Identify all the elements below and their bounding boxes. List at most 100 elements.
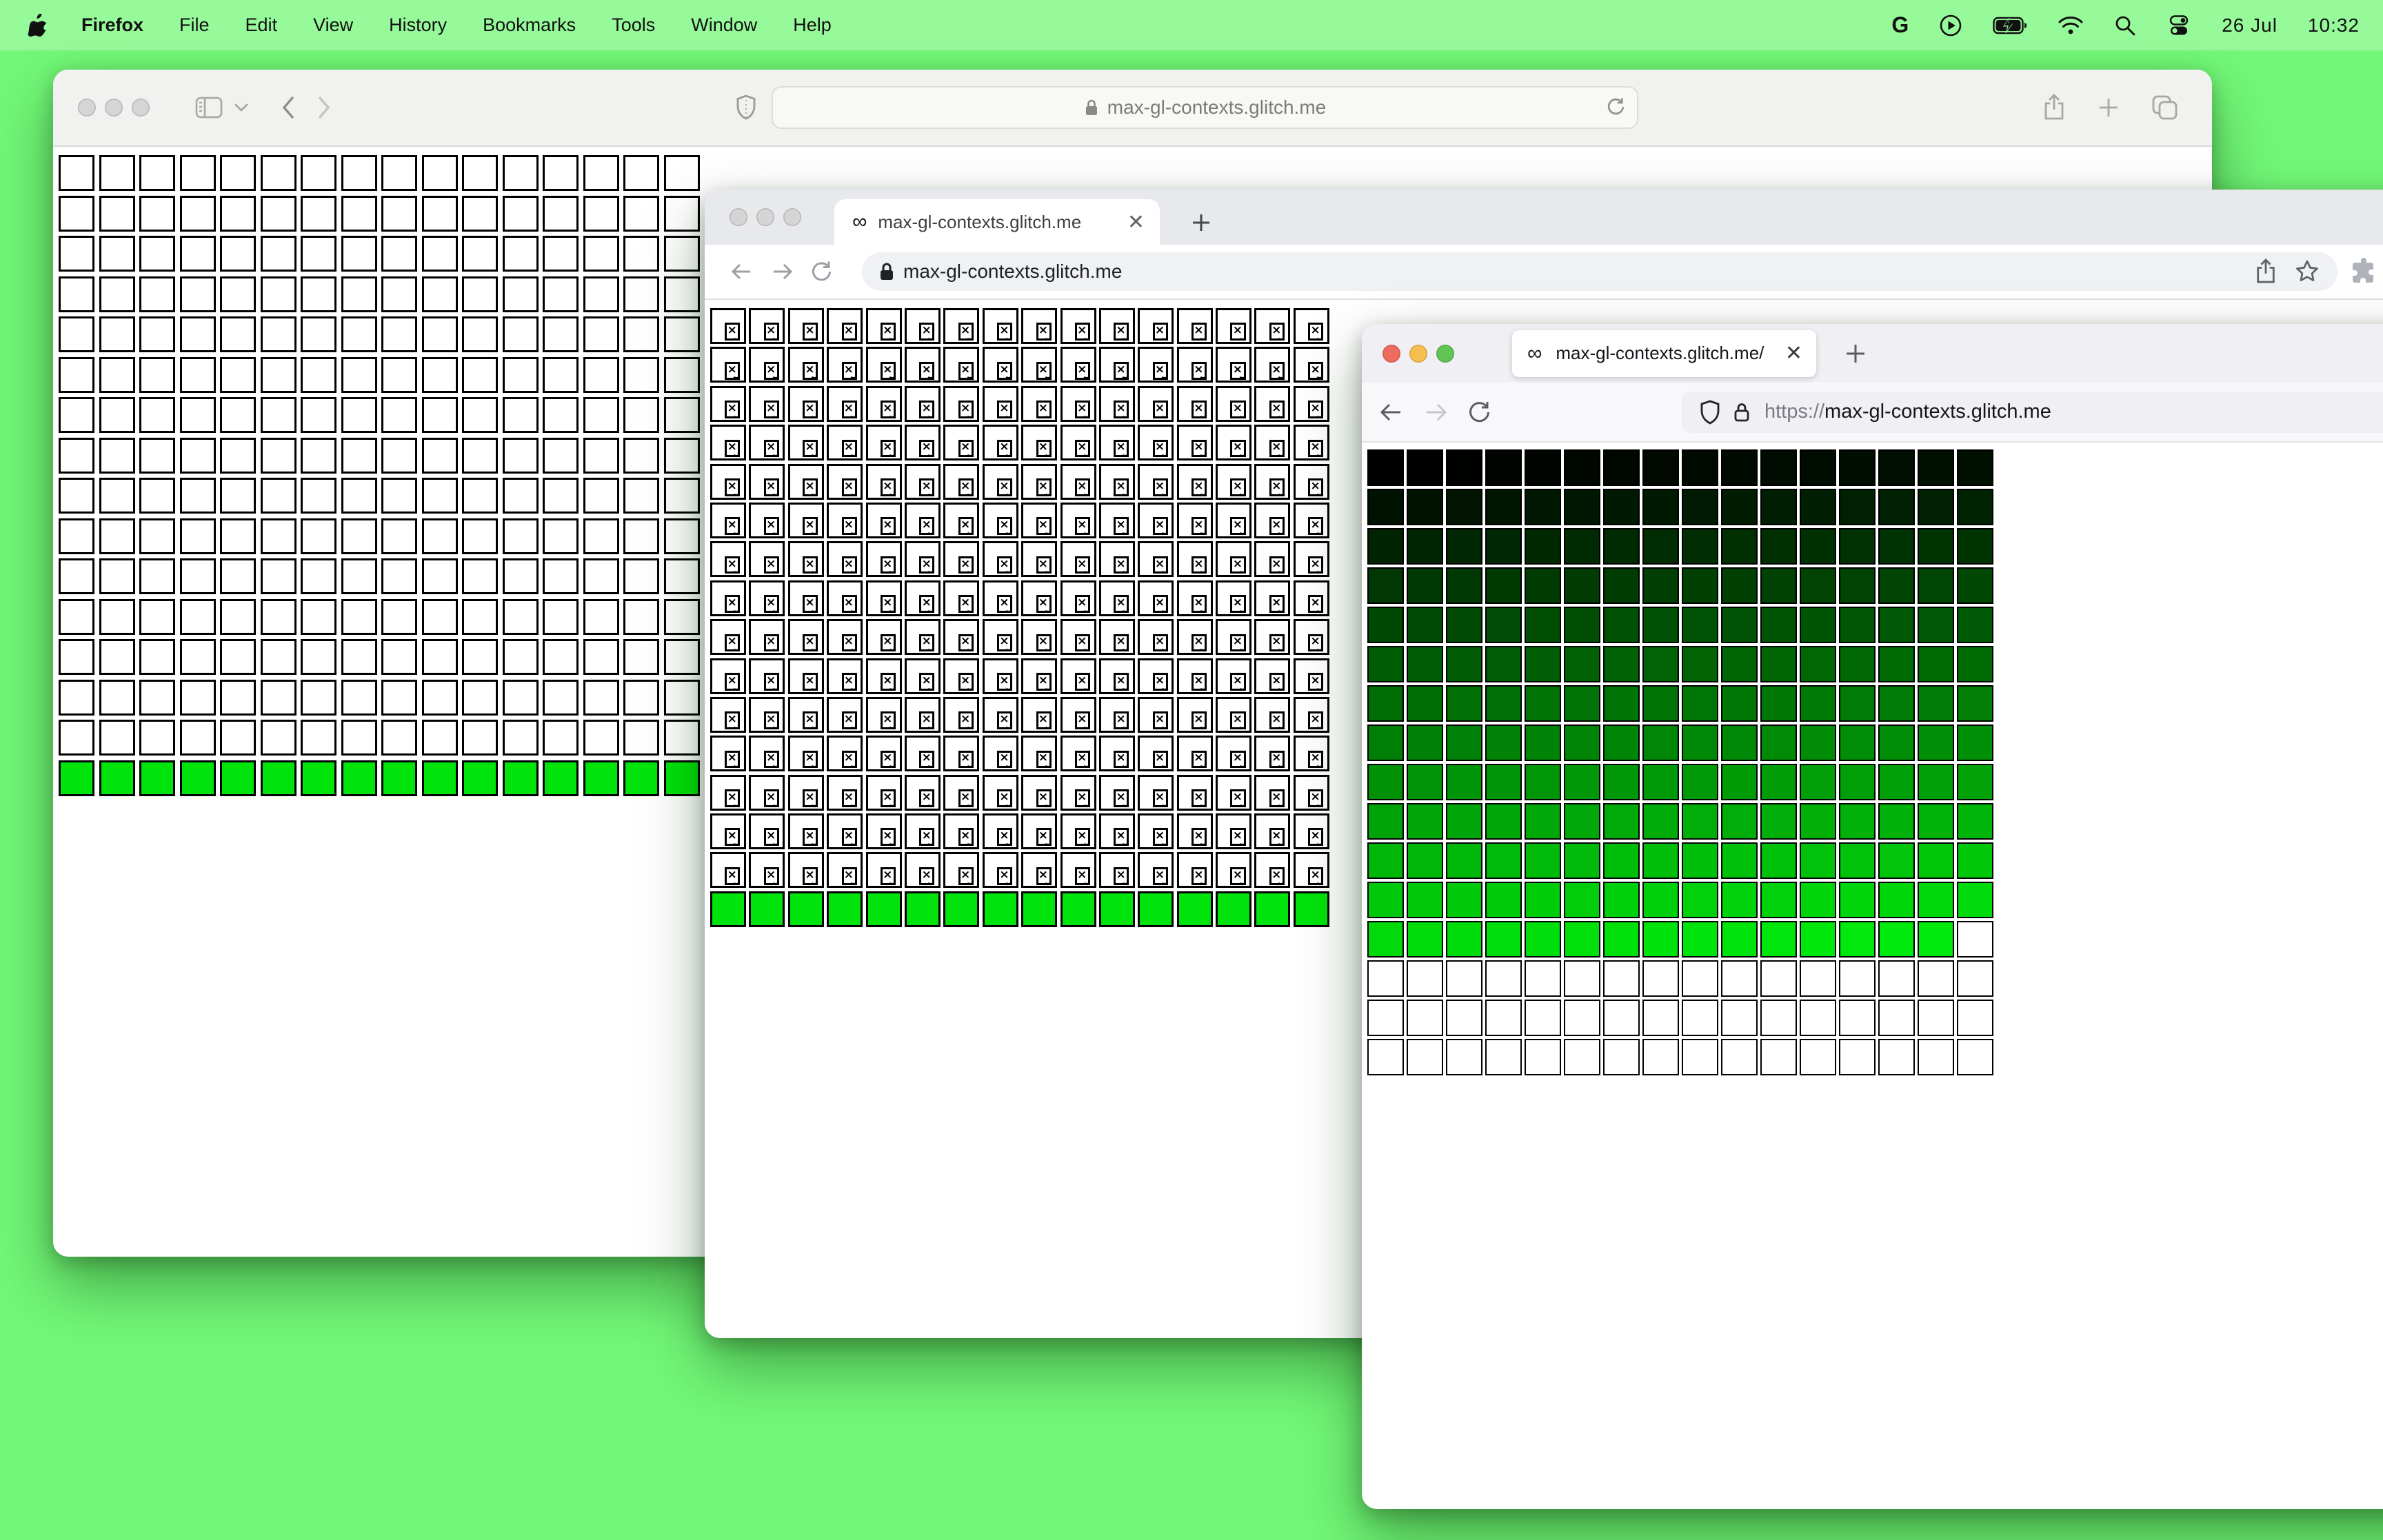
grid-cell: [99, 316, 135, 352]
menu-view[interactable]: View: [295, 14, 371, 36]
new-tab-button[interactable]: [1844, 342, 1867, 365]
grid-cell: [1367, 882, 1404, 918]
back-icon[interactable]: [281, 95, 296, 120]
privacy-shield-icon[interactable]: [736, 94, 756, 121]
grid-cell: ×: [865, 425, 902, 461]
grid-cell: ×: [1254, 347, 1291, 383]
grid-cell: [59, 155, 94, 191]
grid-cell: ×: [904, 385, 941, 422]
wifi-icon[interactable]: [2058, 16, 2084, 35]
grid-cell: ×: [943, 347, 980, 383]
grid-cell: [341, 236, 377, 272]
close-button[interactable]: [1382, 344, 1400, 363]
grid-cell: [502, 598, 539, 635]
grid-cell: [1446, 1039, 1482, 1075]
back-icon[interactable]: [1378, 401, 1405, 423]
zoom-button[interactable]: [132, 99, 150, 116]
broken-image-icon-wave: [1005, 450, 1014, 457]
forward-icon[interactable]: [316, 95, 332, 120]
tab-close-icon[interactable]: ✕: [1785, 341, 1802, 365]
forward-icon[interactable]: [770, 261, 794, 283]
reload-icon[interactable]: [1605, 96, 1626, 118]
address-bar[interactable]: max-gl-contexts.glitch.me: [862, 252, 2337, 291]
share-icon[interactable]: [2042, 94, 2066, 121]
grid-cell: [1957, 921, 1993, 958]
broken-image-icon-wave: [849, 645, 858, 651]
broken-image-icon-wave: [1121, 606, 1130, 612]
apple-menu-icon[interactable]: [28, 13, 48, 37]
google-icon[interactable]: G: [1891, 12, 1909, 38]
reload-icon[interactable]: [810, 260, 833, 283]
grid-cell: [865, 891, 902, 927]
back-icon[interactable]: [730, 261, 754, 283]
share-icon[interactable]: [2255, 259, 2277, 285]
grid-cell: [1407, 882, 1443, 918]
control-center-icon[interactable]: [2166, 14, 2191, 36]
grid-cell: [260, 397, 296, 433]
minimize-button[interactable]: [1409, 344, 1427, 363]
grid-cell: [139, 478, 175, 514]
broken-image-icon-wave: [1316, 412, 1325, 418]
grid-cell: [301, 639, 336, 675]
grid-cell: ×: [710, 580, 746, 616]
tab-overview-icon[interactable]: [2151, 94, 2179, 121]
grid-cell: ×: [1216, 347, 1252, 383]
zoom-button[interactable]: [783, 208, 801, 226]
broken-image-icon-wave: [1276, 645, 1285, 651]
forward-icon[interactable]: [1422, 401, 1449, 423]
menu-history[interactable]: History: [371, 14, 465, 36]
address-bar[interactable]: https://max-gl-contexts.glitch.me: [1682, 391, 2383, 433]
chevron-down-icon[interactable]: [234, 103, 249, 112]
menu-edit[interactable]: Edit: [228, 14, 296, 36]
tab-max-gl-contexts[interactable]: ∞ max-gl-contexts.glitch.me ✕: [834, 199, 1160, 245]
close-button[interactable]: [730, 208, 747, 226]
grid-cell: ×: [1176, 774, 1213, 811]
minimize-button[interactable]: [756, 208, 774, 226]
grid-cell: ×: [1098, 425, 1135, 461]
tab-max-gl-contexts[interactable]: ∞ max-gl-contexts.glitch.me/ ✕: [1512, 330, 1816, 377]
close-button[interactable]: [78, 99, 96, 116]
grid-cell: ×: [787, 619, 824, 656]
new-tab-button[interactable]: [1190, 212, 1212, 234]
play-circle-icon[interactable]: [1939, 14, 1962, 37]
grid-cell: [260, 195, 296, 232]
menu-bar-status: G 26 Jul 10:32: [1891, 12, 2383, 38]
grid-cell: ×: [1021, 425, 1058, 461]
grid-cell: [1485, 567, 1522, 604]
menu-window[interactable]: Window: [673, 14, 775, 36]
tab-close-icon[interactable]: ✕: [1127, 210, 1145, 234]
address-bar[interactable]: max-gl-contexts.glitch.me: [772, 86, 1638, 129]
extensions-puzzle-icon[interactable]: [2350, 258, 2377, 285]
grid-cell: [59, 316, 94, 352]
grid-cell: ×: [710, 619, 746, 656]
sidebar-icon[interactable]: [195, 97, 223, 119]
menu-app-name[interactable]: Firefox: [63, 14, 161, 36]
broken-image-icon-wave: [965, 412, 974, 418]
broken-image-icon-wave: [1121, 761, 1130, 768]
minimize-button[interactable]: [105, 99, 123, 116]
new-tab-icon[interactable]: [2098, 97, 2120, 119]
menu-time[interactable]: 10:32: [2308, 14, 2360, 37]
grid-cell: [1525, 607, 1561, 643]
menu-date[interactable]: 26 Jul: [2222, 14, 2278, 37]
menu-tools[interactable]: Tools: [594, 14, 673, 36]
grid-cell: [1525, 489, 1561, 525]
bookmark-star-icon[interactable]: [2295, 259, 2320, 284]
grid-cell: [1878, 646, 1915, 682]
menu-bookmarks[interactable]: Bookmarks: [465, 14, 594, 36]
grid-cell: [462, 236, 498, 272]
search-icon[interactable]: [2114, 14, 2136, 37]
menu-file[interactable]: File: [161, 14, 228, 36]
battery-charging-icon[interactable]: [1993, 17, 2027, 34]
lock-icon[interactable]: [1733, 401, 1751, 423]
tracking-shield-icon[interactable]: [1700, 400, 1720, 425]
reload-icon[interactable]: [1467, 400, 1491, 425]
broken-image-icon-wave: [1121, 450, 1130, 457]
grid-cell: [1642, 1039, 1679, 1075]
grid-cell: [99, 478, 135, 514]
menu-help[interactable]: Help: [775, 14, 849, 36]
grid-cell: ×: [787, 385, 824, 422]
grid-cell: [421, 437, 458, 474]
zoom-button[interactable]: [1436, 344, 1454, 363]
broken-image-icon-wave: [1276, 761, 1285, 768]
